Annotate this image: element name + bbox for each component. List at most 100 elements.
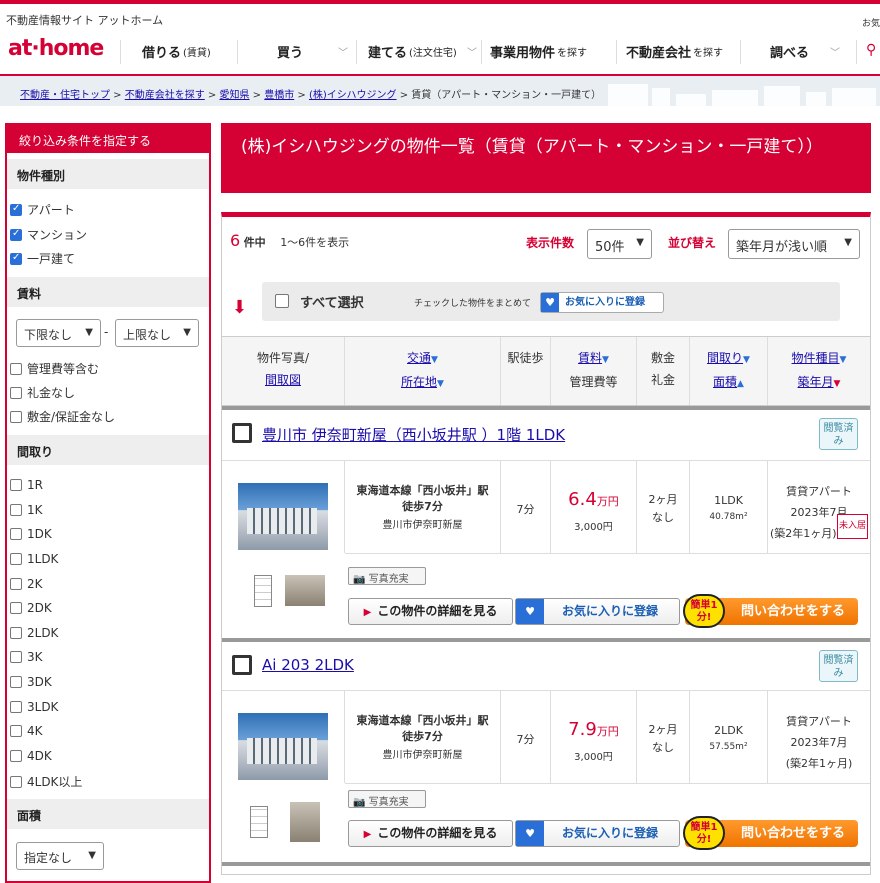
rent-min-select[interactable]: 下限なし ▼: [16, 319, 101, 347]
per-page-select[interactable]: 50件 ▼: [587, 229, 652, 259]
traffic-cell: 東海道本線「西小坂井」駅 徒歩7分 豊川市伊奈町新屋: [345, 691, 501, 783]
filter-layout-4ldk-plus[interactable]: 4LDK以上: [10, 773, 82, 790]
filter-layout-2ldk[interactable]: 2LDK: [10, 626, 58, 640]
sidebar-heading: 絞り込み条件を指定する: [7, 123, 209, 153]
col-deposit: 敷金 礼金: [637, 337, 690, 405]
filter-layout-3k[interactable]: 3K: [10, 650, 43, 664]
filter-layout-1ldk[interactable]: 1LDK: [10, 552, 58, 566]
chevron-down-icon: ▼: [183, 327, 191, 338]
checkbox[interactable]: [10, 479, 22, 491]
checkbox[interactable]: [10, 203, 22, 216]
sort-traffic[interactable]: 交通: [407, 351, 431, 365]
rent-cell: 6.4万円 3,000円: [551, 461, 637, 553]
listing-title[interactable]: Ai 203 2LDK: [262, 656, 354, 674]
header-fav-label[interactable]: お気: [862, 16, 880, 29]
viewed-badge: 閲覧済み: [819, 650, 858, 682]
listing-checkbox[interactable]: [232, 423, 252, 443]
chevron-down-icon: ▼: [85, 327, 93, 338]
select-all-checkbox[interactable]: [275, 294, 289, 308]
checkbox[interactable]: [10, 528, 22, 540]
filter-layout-2k[interactable]: 2K: [10, 577, 43, 591]
floorplan-thumb[interactable]: [250, 806, 268, 838]
filter-layout-4dk[interactable]: 4DK: [10, 749, 52, 763]
floorplan-thumb[interactable]: [254, 575, 272, 607]
interior-thumb[interactable]: [285, 575, 325, 606]
building-photo[interactable]: [238, 483, 328, 550]
chevron-down-icon: ﹀: [830, 48, 840, 59]
photo-rich-tag: 📷 写真充実: [348, 567, 426, 585]
checkbox[interactable]: [10, 386, 22, 399]
detail-button[interactable]: ▶ この物件の詳細を見る: [348, 598, 513, 625]
sort-floorplan[interactable]: 間取図: [265, 373, 301, 387]
breadcrumb-home[interactable]: 不動産・住宅トップ: [20, 90, 110, 101]
checkbox[interactable]: [10, 701, 22, 713]
checkbox[interactable]: [10, 410, 22, 423]
checkbox[interactable]: [10, 228, 22, 241]
filter-layout-3ldk[interactable]: 3LDK: [10, 700, 58, 714]
nav-agency[interactable]: 不動産会社 を探す: [626, 32, 723, 70]
table-header: 物件写真/間取図 交通▼ 所在地▼ 駅徒歩 賃料▼ 管理費等 敷金 礼金 間取り▼ 面積…: [222, 336, 870, 406]
select-all-label[interactable]: すべて選択: [300, 292, 364, 311]
nav-buy[interactable]: 買う: [277, 32, 303, 70]
area-select[interactable]: 指定なし ▼: [16, 842, 104, 870]
filter-layout-1k[interactable]: 1K: [10, 503, 43, 517]
sort-type[interactable]: 物件種目: [792, 351, 840, 365]
skyline-decoration: [608, 84, 648, 106]
sort-area[interactable]: 面積: [713, 375, 737, 389]
checkbox[interactable]: [10, 362, 22, 375]
checkbox[interactable]: [10, 602, 22, 614]
checkbox[interactable]: [10, 504, 22, 516]
building-photo[interactable]: [238, 713, 328, 780]
checkbox[interactable]: [10, 553, 22, 565]
sort-layout[interactable]: 間取り: [707, 351, 743, 365]
nav-build[interactable]: 建てる (注文住宅): [368, 32, 457, 70]
new-badge: 未入居: [836, 514, 868, 539]
checkbox[interactable]: [10, 676, 22, 688]
nav-research[interactable]: 調べる: [770, 32, 809, 70]
fav-button[interactable]: ♥ お気に入りに登録: [515, 598, 680, 625]
filter-type-apartment[interactable]: アパート: [10, 201, 75, 218]
interior-thumb[interactable]: [290, 802, 320, 842]
filter-type-mansion[interactable]: マンション: [10, 226, 87, 243]
filter-layout-1dk[interactable]: 1DK: [10, 527, 52, 541]
filter-type-house[interactable]: 一戸建て: [10, 250, 75, 267]
filter-include-mgmt[interactable]: 管理費等含む: [10, 360, 99, 377]
breadcrumb-city[interactable]: 豊橋市: [264, 90, 294, 101]
checkbox[interactable]: [10, 578, 22, 590]
filter-layout-2dk[interactable]: 2DK: [10, 601, 52, 615]
range-dash: -: [104, 325, 109, 339]
filter-layout-1r[interactable]: 1R: [10, 478, 43, 492]
checkbox[interactable]: [10, 725, 22, 737]
athome-logo[interactable]: at·home: [8, 36, 104, 61]
sort-select[interactable]: 築年月が浅い順 ▼: [728, 229, 860, 259]
rent-max-select[interactable]: 上限なし ▼: [115, 319, 199, 347]
sort-location[interactable]: 所在地: [401, 375, 437, 389]
checkbox[interactable]: [10, 651, 22, 663]
play-icon: ▶: [363, 607, 372, 618]
filter-layout-3dk[interactable]: 3DK: [10, 675, 52, 689]
fav-button[interactable]: ♥ お気に入りに登録: [515, 820, 680, 847]
checkbox[interactable]: [10, 252, 22, 265]
filter-no-deposit[interactable]: 敷金/保証金なし: [10, 408, 115, 425]
sort-built[interactable]: 築年月: [798, 375, 834, 389]
nav-business[interactable]: 事業用物件 を探す: [490, 32, 587, 70]
bulk-fav-button[interactable]: ♥ お気に入りに登録: [540, 292, 664, 313]
checkbox[interactable]: [10, 775, 22, 788]
detail-button[interactable]: ▶ この物件の詳細を見る: [348, 820, 513, 847]
viewed-badge: 閲覧済み: [819, 418, 858, 450]
filter-layout-4k[interactable]: 4K: [10, 724, 43, 738]
traffic-cell: 東海道本線「西小坂井」駅 徒歩7分 豊川市伊奈町新屋: [345, 461, 501, 553]
sort-rent[interactable]: 賃料: [578, 351, 602, 365]
checkbox[interactable]: [10, 627, 22, 639]
search-icon[interactable]: ⚲: [866, 42, 876, 58]
listing-checkbox[interactable]: [232, 655, 252, 675]
checkbox[interactable]: [10, 750, 22, 762]
chevron-down-icon: ﹀: [338, 48, 348, 59]
breadcrumb-pref[interactable]: 愛知県: [220, 90, 250, 101]
breadcrumb-company[interactable]: (株)イシハウジング: [309, 90, 397, 101]
nav-rent[interactable]: 借りる (賃貸): [142, 32, 211, 70]
breadcrumb-agency[interactable]: 不動産会社を探す: [125, 90, 205, 101]
col-traffic: 交通▼ 所在地▼: [345, 337, 501, 405]
listing-title[interactable]: 豊川市 伊奈町新屋（西小坂井駅 ）1階 1LDK: [262, 424, 565, 445]
filter-no-key-money[interactable]: 礼金なし: [10, 384, 75, 401]
